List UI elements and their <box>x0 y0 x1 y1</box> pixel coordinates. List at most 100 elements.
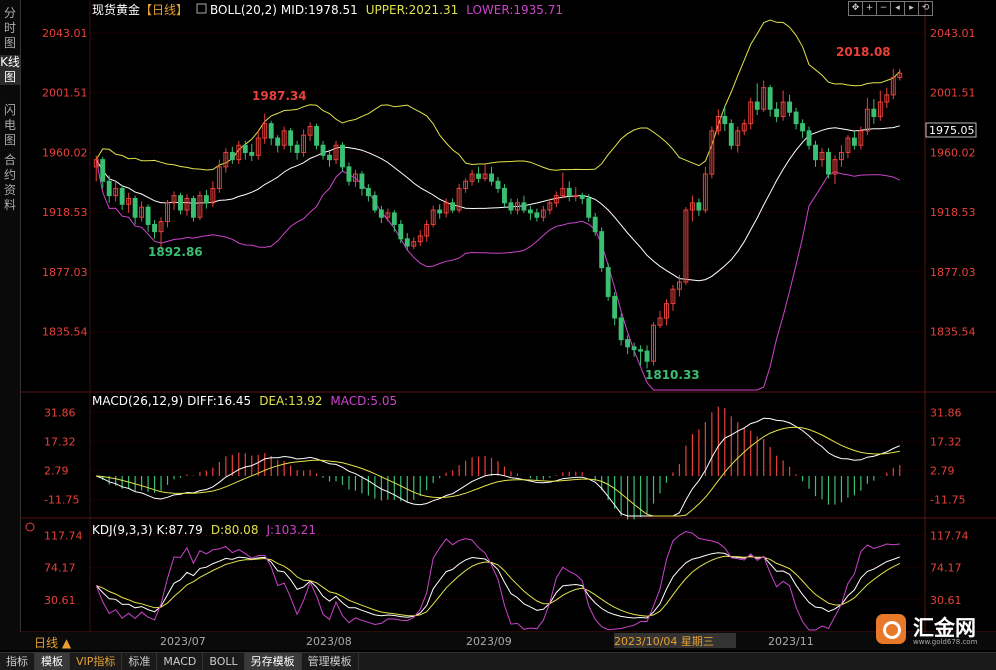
candle-body <box>754 101 760 110</box>
candle-body <box>327 154 332 161</box>
svg-text:现货黄金【日线】: 现货黄金【日线】 <box>92 2 188 17</box>
candle-body <box>612 295 618 319</box>
candle-body <box>288 130 294 146</box>
candle-body <box>586 198 592 218</box>
tab-manage-template[interactable]: 管理模板 <box>302 653 359 670</box>
x-label-2023-07: 2023/07 <box>160 635 206 648</box>
candle-body <box>320 144 326 156</box>
bottom-template-bar: 指标 模板 VIP指标 标准 MACD BOLL 另存模板 管理模板 <box>0 652 996 670</box>
svg-text:MACD(26,12,9)DIFF:16.45DEA:13.: MACD(26,12,9) DIFF:16.45 DEA:13.92 MACD:5.0… <box>92 394 397 408</box>
candle-body <box>851 137 857 146</box>
candle-body <box>722 115 728 125</box>
tab-vip-indicator[interactable]: VIP指标 <box>70 653 123 670</box>
candle-body <box>359 173 365 189</box>
candle-body <box>813 144 818 161</box>
boll-lower: LOWER:1935.71 <box>466 3 563 17</box>
logo-mark-icon <box>876 614 906 644</box>
x-label-2023-11: 2023/11 <box>768 635 814 648</box>
candle-body <box>190 198 196 218</box>
candle-body <box>268 123 274 139</box>
candle-body <box>495 180 501 189</box>
period-selector[interactable]: 日线 ▲ <box>34 636 72 650</box>
kdj-tick-right: 74.17 <box>930 562 962 575</box>
candle-body <box>242 144 248 153</box>
candle-body <box>100 159 106 182</box>
candle-body <box>152 223 158 233</box>
candle-body <box>372 195 378 211</box>
boll-upper-line <box>95 19 901 171</box>
prev-icon[interactable]: ◂ <box>890 1 905 16</box>
kdj-k: K:87.79 <box>157 523 203 537</box>
candle-body <box>203 195 209 204</box>
price-tick-right: 2001.51 <box>930 87 976 100</box>
candle-body <box>249 151 255 156</box>
macd-diff: DIFF:16.45 <box>187 394 251 408</box>
candle-body <box>579 195 585 200</box>
chart-area[interactable]: 2043.01 2043.01 2001.51 2001.51 1960.02 1960.… <box>0 0 996 652</box>
candle-body <box>119 187 125 205</box>
candle-body <box>521 202 527 211</box>
candle-body <box>398 223 404 240</box>
candle-body <box>774 108 780 117</box>
restore-icon[interactable]: ⟲ <box>918 1 933 16</box>
kdj-tick-left: 74.17 <box>44 562 76 575</box>
candle-body <box>145 206 151 225</box>
kdj-tick-left: 117.74 <box>44 529 83 542</box>
candle-body <box>566 187 572 197</box>
candle-body <box>450 202 456 211</box>
annotation-low-1810: 1810.33 <box>645 368 700 382</box>
candle-body <box>502 187 507 204</box>
kdj-tick-left: 30.61 <box>44 594 76 607</box>
tab-standard[interactable]: 标准 <box>122 653 158 670</box>
zoom-out-icon[interactable]: − <box>876 1 891 16</box>
candle-body <box>314 126 320 146</box>
tab-boll[interactable]: BOLL <box>203 653 245 670</box>
candle-body <box>631 346 637 351</box>
boll-mid: MID:1978.51 <box>281 3 358 17</box>
period-label: 【日线】 <box>140 3 188 17</box>
macd-tick-left: 2.79 <box>44 464 69 477</box>
candle-body <box>638 349 644 352</box>
annotation-high-1987: 1987.34 <box>252 89 307 103</box>
candle-body <box>132 198 138 218</box>
current-price-label: 1975.05 <box>929 124 975 137</box>
candle-body <box>106 180 112 197</box>
candle-body <box>476 173 482 179</box>
boll-lower-line <box>95 159 901 391</box>
logo-url: www.gold678.com <box>913 638 978 646</box>
price-tick-right: 1877.03 <box>930 266 976 279</box>
boll-settings-icon[interactable] <box>196 3 207 14</box>
candle-body <box>178 195 183 211</box>
tab-macd[interactable]: MACD <box>157 653 204 670</box>
price-tick-right: 1960.02 <box>930 146 976 159</box>
price-tick-right: 1918.53 <box>930 206 976 219</box>
kdj-indicator: KDJ(9,3,3) <box>92 523 153 537</box>
candle-body <box>404 238 410 247</box>
cross-arrows-icon[interactable]: ✥ <box>848 1 863 16</box>
crosshair-date-label: 2023/10/04 星期三 <box>614 635 714 648</box>
tab-template[interactable]: 模板 <box>35 653 70 670</box>
kdj-tick-right: 30.61 <box>930 594 962 607</box>
macd-tick-left: 17.32 <box>44 435 76 448</box>
tab-indicator[interactable]: 指标 <box>0 653 35 670</box>
kdj-j-line <box>95 530 900 631</box>
candle-body <box>599 231 605 269</box>
price-tick-left: 2043.01 <box>42 27 88 40</box>
candle-body <box>391 212 397 225</box>
candle-body <box>793 111 799 125</box>
price-tick-left: 1960.02 <box>42 146 88 159</box>
candle-body <box>534 212 540 218</box>
candle-body <box>644 350 650 362</box>
next-icon[interactable]: ▸ <box>904 1 919 16</box>
kdj-d-line <box>96 555 901 617</box>
candle-body <box>767 87 773 110</box>
macd-tick-right: -11.75 <box>930 494 965 507</box>
kdj-settings-icon[interactable] <box>25 522 35 532</box>
macd-tick-left: 31.86 <box>44 406 76 419</box>
svg-text:BOLL(20,2)MID:1978.51UPPER:202: BOLL(20,2) MID:1978.51 UPPER:2021.31 LOWER:… <box>210 3 563 17</box>
instrument-title: 现货黄金 <box>92 2 140 17</box>
macd-tick-right: 2.79 <box>930 464 955 477</box>
tab-save-template[interactable]: 另存模板 <box>244 653 302 670</box>
zoom-in-icon[interactable]: + <box>862 1 877 16</box>
macd-indicator: MACD(26,12,9) <box>92 394 183 408</box>
